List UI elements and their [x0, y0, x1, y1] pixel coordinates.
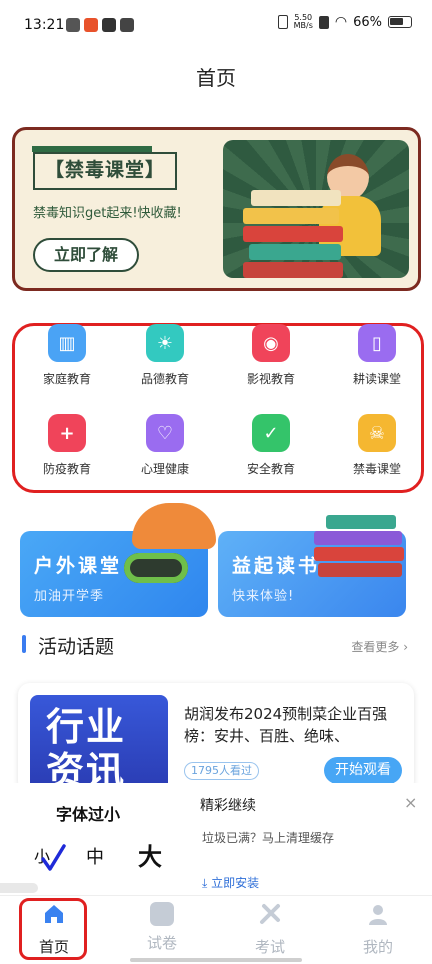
- film-reel-icon: ◉: [252, 324, 290, 362]
- tab-exam[interactable]: 考试: [230, 902, 310, 957]
- font-size-medium-option[interactable]: 中: [86, 843, 104, 869]
- ad-title: 精彩继续: [200, 798, 256, 814]
- shield-plus-icon: +: [48, 414, 86, 452]
- promo-reading[interactable]: 益起读书 快来体验!: [218, 515, 406, 617]
- see-more-link[interactable]: 查看更多 ›: [351, 638, 408, 655]
- install-now-link[interactable]: ⤓ 立即安装: [202, 874, 259, 891]
- category-label: 心理健康: [140, 462, 189, 476]
- sim-icon: [318, 15, 329, 29]
- ad-label-tag: [0, 883, 38, 893]
- books-glasses-illustration: [314, 515, 408, 587]
- app-notification-icon: [120, 18, 134, 32]
- category-grid: ▥ 家庭教育 ☀ 品德教育 ◉ 影视教育 ▯ 耕读课堂 + 防疫教育 ♡ 心理健…: [12, 323, 424, 493]
- category-epidemic-education[interactable]: + 防疫教育: [17, 414, 117, 494]
- promo-outdoor-class[interactable]: 户外课堂 加油开学季: [20, 503, 216, 617]
- gesture-bar: [130, 958, 302, 962]
- tab-papers[interactable]: 试卷: [122, 902, 202, 953]
- app-notification-icon: [66, 18, 80, 32]
- font-size-hint: 字体过小: [56, 805, 121, 824]
- start-watching-button[interactable]: 开始观看: [324, 757, 402, 784]
- category-label: 品德教育: [140, 372, 189, 386]
- category-label: 禁毒课堂: [352, 462, 401, 476]
- battery-percent: 66%: [353, 14, 382, 30]
- tab-label: 我的: [362, 938, 393, 956]
- section-accent-bar: [22, 635, 26, 653]
- network-speed: 5.50 MB/s: [294, 14, 313, 30]
- thumb-text-line1: 行业: [46, 705, 127, 749]
- category-family-education[interactable]: ▥ 家庭教育: [17, 324, 117, 404]
- banner-illustration: [223, 140, 409, 278]
- vibrate-icon: [277, 15, 288, 29]
- category-label: 安全教育: [246, 462, 295, 476]
- file-cabinet-icon: ▥: [48, 324, 86, 362]
- banner-tag: 【禁毒课堂】: [31, 146, 178, 190]
- explorer-hat-illustration: [132, 503, 216, 549]
- shield-check-icon: ✓: [252, 414, 290, 452]
- article-title: 胡润发布2024预制菜企业百强榜：安井、百胜、绝味、: [184, 705, 388, 745]
- category-mental-health[interactable]: ♡ 心理健康: [115, 414, 215, 494]
- view-count-badge: 1795人看过: [184, 762, 259, 780]
- promo-title: 益起读书: [232, 555, 321, 577]
- category-label: 防疫教育: [42, 462, 91, 476]
- category-anti-drug-class[interactable]: ☠ 禁毒课堂: [327, 414, 427, 494]
- category-film-education[interactable]: ◉ 影视教育: [221, 324, 321, 404]
- page-title: 首页: [196, 66, 236, 90]
- pencil-ruler-icon: [260, 904, 280, 924]
- book-stack-illustration: [243, 188, 343, 278]
- status-bar: 13:21 5.50 MB/s ◠ 66%: [0, 0, 432, 50]
- promo-subtitle: 加油开学季: [34, 589, 105, 604]
- battery-icon: [388, 16, 412, 28]
- paper-icon: [150, 902, 174, 926]
- lightbulb-icon: ☀: [146, 324, 184, 362]
- close-icon[interactable]: ×: [404, 793, 417, 812]
- home-tab-highlight: [19, 898, 87, 960]
- user-icon: [369, 905, 387, 925]
- network-speed-unit: MB/s: [293, 21, 313, 30]
- category-label: 家庭教育: [42, 372, 91, 386]
- section-title: 活动话题: [38, 636, 115, 658]
- checkmark-icon: [41, 844, 66, 871]
- promo-subtitle: 快来体验!: [232, 589, 295, 604]
- ad-description: 垃圾已满？马上清理缓存: [202, 831, 335, 845]
- article-thumbnail: 行业 资讯: [30, 695, 168, 791]
- wifi-icon: ◠: [334, 14, 348, 30]
- skull-icon: ☠: [358, 414, 396, 452]
- category-reading-class[interactable]: ▯ 耕读课堂: [327, 324, 427, 404]
- category-moral-education[interactable]: ☀ 品德教育: [115, 324, 215, 404]
- category-label: 影视教育: [246, 372, 295, 386]
- category-label: 耕读课堂: [352, 372, 401, 386]
- app-notification-icon: [84, 18, 98, 32]
- app-notification-icon: [102, 18, 116, 32]
- book-icon: ▯: [358, 324, 396, 362]
- article-card[interactable]: 行业 资讯 胡润发布2024预制菜企业百强榜：安井、百胜、绝味、 1795人看过…: [18, 683, 414, 793]
- binoculars-illustration: [124, 553, 188, 583]
- tab-mine[interactable]: 我的: [338, 902, 418, 957]
- status-time: 13:21: [24, 17, 65, 33]
- category-safety-education[interactable]: ✓ 安全教育: [221, 414, 321, 494]
- banner-subtitle: 禁毒知识get起来!快收藏!: [33, 206, 182, 221]
- tab-label: 考试: [254, 938, 285, 956]
- promo-title: 户外课堂: [34, 555, 123, 577]
- banner-learn-button[interactable]: 立即了解: [33, 238, 139, 272]
- font-size-large-option[interactable]: 大: [138, 837, 162, 872]
- tab-label: 试卷: [146, 934, 177, 952]
- banner-card[interactable]: 【禁毒课堂】 禁毒知识get起来!快收藏! 立即了解: [12, 127, 421, 291]
- heartbeat-icon: ♡: [146, 414, 184, 452]
- overlay-panel: 字体过小 小 中 大 精彩继续 × 垃圾已满？马上清理缓存 ⤓ 立即安装: [0, 783, 432, 895]
